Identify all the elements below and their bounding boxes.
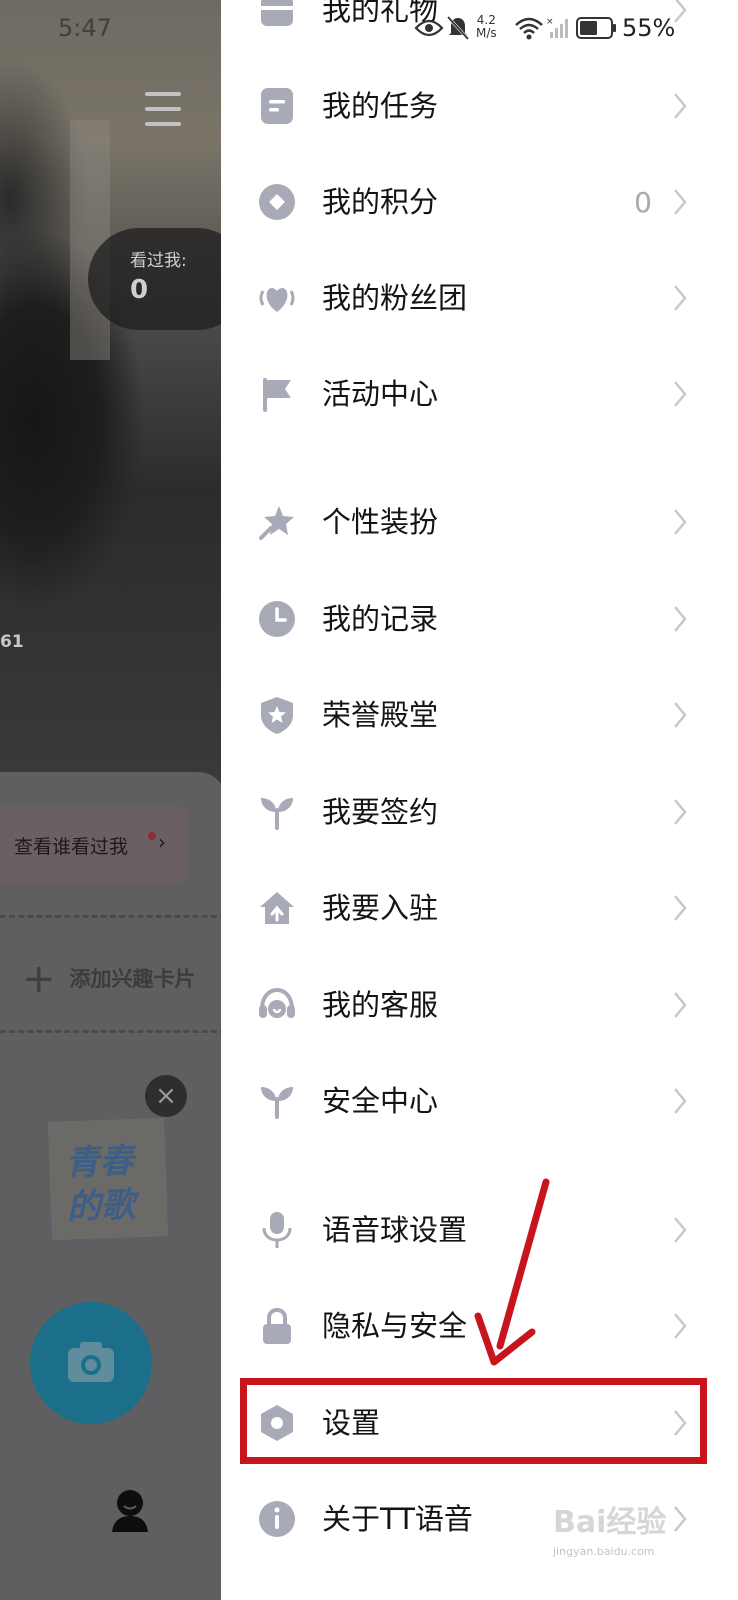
microphone-icon: [262, 1212, 292, 1248]
menu-item-hall-of-honor[interactable]: 荣誉殿堂: [221, 667, 738, 763]
watermark-url: jingyan.baidu.com: [553, 1545, 655, 1558]
annotation-arrow: [474, 1178, 550, 1366]
gift-icon: [261, 0, 293, 26]
chevron-right-icon: [674, 1217, 687, 1243]
chevron-right-icon: [674, 1088, 687, 1114]
battery-percent: 55%: [622, 14, 676, 42]
clock-icon: [259, 601, 295, 637]
status-bar: 4.2 M/s × 55%: [410, 10, 738, 46]
menu-item-label: 我的积分: [322, 185, 439, 219]
menu-item-records[interactable]: 我的记录: [221, 571, 738, 667]
divider: [0, 1030, 226, 1033]
add-interest-card-label: 添加兴趣卡片: [69, 967, 196, 991]
camera-icon: [68, 1342, 114, 1382]
menu-item-label: 语音球设置: [322, 1213, 468, 1247]
add-interest-card-button[interactable]: + 添加兴趣卡片: [22, 956, 196, 1002]
menu-item-sign-contract[interactable]: 我要签约: [221, 764, 738, 860]
menu-item-security-center[interactable]: 安全中心: [221, 1053, 738, 1149]
decoration-icon: [259, 506, 294, 540]
chevron-right-icon: [674, 895, 687, 921]
menu-item-label: 我的粉丝团: [322, 281, 468, 315]
shield-star-icon: [261, 697, 293, 734]
plus-icon: +: [22, 956, 56, 1002]
unread-dot: [148, 832, 156, 840]
status-time: 5:47: [58, 14, 112, 42]
menu-item-label: 我要入驻: [322, 891, 439, 925]
chevron-right-icon: [674, 1313, 687, 1339]
menu-item-label: 个性装扮: [322, 505, 439, 539]
song-sticker[interactable]: 青春的歌: [47, 1118, 169, 1240]
annotation-highlight-box: [240, 1378, 707, 1464]
divider: [0, 915, 226, 918]
info-icon: [259, 1501, 295, 1537]
menu-item-label: 活动中心: [322, 377, 439, 411]
menu-item-label: 我要签约: [322, 795, 439, 829]
chevron-right-icon: [674, 992, 687, 1018]
points-value: 0: [634, 186, 652, 219]
partial-id-number: 61: [0, 632, 24, 652]
chevron-right-icon: ›: [158, 830, 166, 854]
menu-item-fan-club[interactable]: 我的粉丝团: [221, 250, 738, 346]
signal-icon: ×: [546, 17, 568, 38]
seen-me-label: 看过我:: [130, 251, 187, 271]
headset-icon: [259, 987, 295, 1018]
watermark-brand: Bai经验: [553, 1505, 667, 1540]
chevron-right-icon: [674, 93, 687, 119]
mute-bell-icon: [446, 15, 470, 41]
camera-button[interactable]: [30, 1302, 152, 1424]
menu-item-tasks[interactable]: 我的任务: [221, 58, 738, 154]
svg-text:×: ×: [546, 17, 554, 27]
hamburger-menu-icon[interactable]: [145, 92, 181, 126]
close-icon[interactable]: ×: [145, 1075, 187, 1117]
chevron-right-icon: [674, 799, 687, 825]
menu-item-label: 荣誉殿堂: [322, 698, 439, 732]
menu-item-label: 关于TT语音: [322, 1502, 473, 1536]
seen-me-badge[interactable]: 看过我: 0: [88, 228, 226, 330]
wifi-icon: [515, 17, 543, 40]
sprout-icon: [261, 1087, 293, 1119]
chevron-right-icon: [674, 509, 687, 535]
flag-icon: [263, 378, 291, 412]
fan-club-icon: [259, 288, 295, 312]
menu-item-customer-service[interactable]: 我的客服: [221, 957, 738, 1053]
seen-me-count: 0: [130, 275, 149, 305]
menu-item-label: 我的记录: [322, 602, 439, 636]
user-icon[interactable]: [110, 1488, 150, 1534]
task-icon: [261, 88, 293, 124]
eye-icon: [414, 19, 444, 37]
menu-item-join[interactable]: 我要入驻: [221, 860, 738, 956]
profile-photo: [0, 0, 226, 790]
view-visitors-button[interactable]: 查看谁看过我 ›: [0, 806, 188, 884]
chevron-right-icon: [674, 702, 687, 728]
battery-icon: [576, 17, 616, 39]
menu-item-decoration[interactable]: 个性装扮: [221, 474, 738, 570]
menu-item-label: 我的客服: [322, 988, 439, 1022]
network-speed: 4.2 M/s: [476, 14, 497, 40]
chevron-right-icon: [674, 189, 687, 215]
home-arrow-icon: [260, 892, 294, 924]
lock-icon: [263, 1307, 291, 1344]
chevron-right-icon: [674, 606, 687, 632]
network-speed-unit: M/s: [476, 26, 497, 40]
chevron-right-icon: [674, 285, 687, 311]
menu-item-label: 隐私与安全: [322, 1309, 468, 1343]
menu-item-activity-center[interactable]: 活动中心: [221, 346, 738, 442]
sprout-icon: [261, 798, 293, 830]
menu-item-points[interactable]: 我的积分 0: [221, 154, 738, 250]
baidu-watermark: Bai经验 jingyan.baidu.com: [553, 1497, 738, 1577]
sticker-text: 青春的歌: [64, 1141, 136, 1228]
menu-item-label: 安全中心: [322, 1084, 439, 1118]
background-profile-page: 5:47 看过我: 0 61 查看谁看过我 › + 添加兴趣卡片 × 青春的歌: [0, 0, 226, 1600]
points-icon: [259, 184, 295, 220]
menu-item-label: 我的任务: [322, 89, 439, 123]
view-visitors-label: 查看谁看过我: [14, 836, 129, 858]
chevron-right-icon: [674, 381, 687, 407]
